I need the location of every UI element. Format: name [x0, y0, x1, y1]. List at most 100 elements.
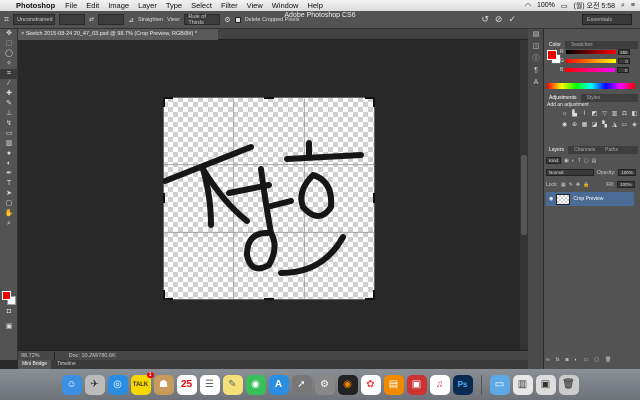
blend-mode-select[interactable]: Normal: [546, 169, 594, 176]
safari-icon[interactable]: ◎: [107, 374, 128, 395]
hand-tool-icon[interactable]: ✋: [0, 209, 18, 219]
black-white-icon[interactable]: ◧: [630, 110, 639, 118]
workspace-select[interactable]: Essentials: [582, 14, 632, 25]
new-adjustment-icon[interactable]: ◐: [575, 357, 578, 363]
photo-booth-icon[interactable]: ▣: [406, 374, 427, 395]
curves-icon[interactable]: ⌇: [580, 110, 589, 118]
contacts-icon[interactable]: ☗: [153, 374, 174, 395]
itunes-icon[interactable]: ♫: [429, 374, 450, 395]
straighten-label[interactable]: Straighten: [138, 17, 163, 23]
layer-kind-select[interactable]: Kind: [546, 157, 562, 164]
menu-layer[interactable]: Layer: [138, 1, 157, 10]
doc-size[interactable]: Doc: 10.2M/780.6K: [69, 353, 116, 359]
straighten-icon[interactable]: ⊿: [128, 16, 134, 24]
photo-filter-icon[interactable]: ◉: [560, 121, 569, 129]
tab-timeline[interactable]: Timeline: [53, 360, 80, 369]
gear-icon[interactable]: ⚙: [224, 16, 230, 24]
vibrance-icon[interactable]: ▽: [600, 110, 609, 118]
tab-adjustments[interactable]: Adjustments: [545, 94, 581, 102]
red-value-input[interactable]: 255: [617, 48, 630, 55]
menu-image[interactable]: Image: [108, 1, 129, 10]
menu-type[interactable]: Type: [166, 1, 182, 10]
app-store-icon[interactable]: A: [268, 374, 289, 395]
blur-tool-icon[interactable]: ●: [0, 149, 18, 159]
commit-check-icon[interactable]: ✓: [508, 14, 516, 25]
search-icon[interactable]: ⌕: [621, 2, 625, 10]
photos-icon[interactable]: ✿: [360, 374, 381, 395]
gradient-map-icon[interactable]: ▭: [620, 121, 629, 129]
downloads-icon[interactable]: ▥: [512, 374, 533, 395]
scrollbar-thumb[interactable]: [521, 155, 527, 235]
color-spectrum-bar[interactable]: [547, 83, 635, 89]
stamp-tool-icon[interactable]: ⊥: [0, 109, 18, 119]
tab-mini-bridge[interactable]: Mini Bridge: [18, 360, 52, 369]
launchpad-icon[interactable]: ✈: [84, 374, 105, 395]
screenshot-icon[interactable]: ▣: [535, 374, 556, 395]
paragraph-panel-icon[interactable]: ¶: [528, 65, 544, 77]
layer-name[interactable]: Crop Preview: [573, 196, 603, 202]
tab-layers[interactable]: Layers: [545, 146, 569, 154]
filter-adjust-icon[interactable]: ◐: [572, 158, 575, 164]
properties-panel-icon[interactable]: ◫: [528, 41, 544, 53]
eye-icon[interactable]: ◉: [549, 196, 553, 202]
healing-tool-icon[interactable]: ✚: [0, 89, 18, 99]
new-layer-icon[interactable]: ▢: [594, 357, 599, 363]
lasso-tool-icon[interactable]: ◯: [0, 49, 18, 59]
path-selection-tool-icon[interactable]: ➤: [0, 189, 18, 199]
messages-icon[interactable]: ◉: [245, 374, 266, 395]
trash-icon[interactable]: 🗑: [605, 357, 611, 363]
foreground-color-swatch[interactable]: [2, 291, 11, 300]
layer-style-icon[interactable]: fx: [556, 357, 560, 363]
width-input[interactable]: [59, 14, 86, 25]
add-mask-icon[interactable]: ◙: [565, 357, 568, 363]
ratio-select[interactable]: Unconstrained: [13, 14, 56, 25]
dodge-tool-icon[interactable]: ◐: [0, 159, 18, 169]
marquee-tool-icon[interactable]: ⬚: [0, 39, 18, 49]
menu-view[interactable]: View: [247, 1, 263, 10]
link-layers-icon[interactable]: ∞: [546, 357, 550, 363]
posterize-icon[interactable]: ▚: [600, 121, 609, 129]
trash-can-icon[interactable]: 🗑: [558, 374, 579, 395]
magic-wand-tool-icon[interactable]: ✧: [0, 59, 18, 69]
height-input[interactable]: [98, 14, 125, 25]
green-value-input[interactable]: 0: [617, 57, 630, 64]
quick-mask-icon[interactable]: ◘: [0, 307, 18, 317]
reminders-icon[interactable]: ☰: [199, 374, 220, 395]
panel-foreground-swatch[interactable]: [547, 50, 557, 60]
color-swatches[interactable]: [2, 291, 16, 305]
zoom-level[interactable]: 98.72%: [21, 353, 40, 359]
levels-icon[interactable]: ▙: [570, 110, 579, 118]
eyedropper-tool-icon[interactable]: ⁄: [0, 79, 18, 89]
tab-paths[interactable]: Paths: [601, 146, 622, 154]
filter-shape-icon[interactable]: ▢: [584, 158, 589, 164]
color-lookup-icon[interactable]: ▦: [580, 121, 589, 129]
history-brush-tool-icon[interactable]: ↯: [0, 119, 18, 129]
cancel-icon[interactable]: ⊘: [495, 14, 503, 25]
document-canvas[interactable]: [163, 97, 375, 300]
shape-tool-icon[interactable]: ▢: [0, 199, 18, 209]
menu-window[interactable]: Window: [272, 1, 299, 10]
delete-cropped-checkbox[interactable]: [234, 16, 241, 23]
disk-icon[interactable]: ◉: [337, 374, 358, 395]
screen-mode-icon[interactable]: ▣: [0, 322, 18, 332]
tab-styles[interactable]: Styles: [583, 94, 605, 102]
crop-tool-icon[interactable]: ⌗: [0, 69, 18, 79]
filter-type-icon[interactable]: T: [578, 158, 581, 164]
layer-row-crop-preview[interactable]: ◉ Crop Preview: [546, 192, 634, 206]
red-slider[interactable]: [565, 49, 616, 54]
threshold-icon[interactable]: ◮: [610, 121, 619, 129]
filter-smart-icon[interactable]: ▤: [592, 158, 597, 164]
hue-saturation-icon[interactable]: ▥: [610, 110, 619, 118]
panel-color-swatch[interactable]: [547, 50, 561, 64]
pen-tool-icon[interactable]: ✒: [0, 169, 18, 179]
selective-color-icon[interactable]: ◈: [630, 121, 639, 129]
menu-edit[interactable]: Edit: [86, 1, 99, 10]
type-tool-icon[interactable]: T: [0, 179, 18, 189]
lock-image-icon[interactable]: ✎: [569, 182, 573, 188]
character-panel-icon[interactable]: A: [528, 77, 544, 89]
info-panel-icon[interactable]: ⓘ: [528, 53, 544, 65]
brush-tool-icon[interactable]: ✎: [0, 99, 18, 109]
blue-slider[interactable]: [565, 67, 616, 72]
menubar-clock[interactable]: (월) 오전 5:58: [573, 1, 615, 11]
lock-transparent-icon[interactable]: ▦: [561, 182, 566, 188]
